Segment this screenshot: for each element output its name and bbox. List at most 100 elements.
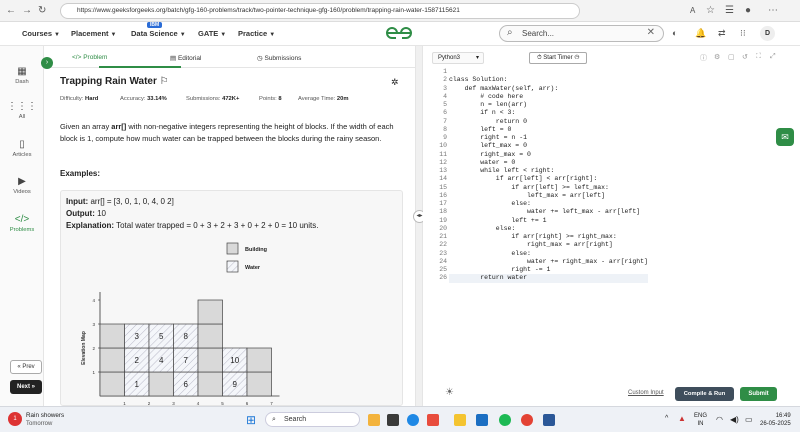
bookmark-icon[interactable]: ⚐ [160, 76, 169, 87]
nav-gate[interactable]: GATE ▼ [198, 29, 226, 38]
taskbar-search[interactable]: ⌕ Search [265, 412, 360, 427]
submit-button[interactable]: Submit [740, 387, 777, 401]
line-number: 16 [439, 191, 447, 199]
code-line[interactable]: left += 1 [449, 217, 648, 225]
code-line[interactable]: right -= 1 [449, 266, 648, 274]
sidebar-item-videos[interactable]: ▶ Videos [0, 176, 44, 195]
search-input[interactable]: ⌕ Search... ✕ [499, 25, 664, 42]
copy-icon[interactable]: ▢ [728, 53, 735, 61]
collapse-sidebar-icon[interactable]: › [41, 57, 53, 69]
nav-practice[interactable]: Practice ▼ [238, 29, 275, 38]
language-indicator[interactable]: ENG IN [694, 412, 707, 428]
sidebar-item-all[interactable]: ⋮⋮⋮ All [0, 101, 44, 120]
nav-data-science[interactable]: Data Science ▼ [131, 29, 186, 38]
app-icon-6[interactable] [476, 414, 488, 426]
timer-icon: ⏱ [536, 55, 542, 61]
folder-icon[interactable] [454, 414, 466, 426]
code-line[interactable]: water += right_max - arr[right] [449, 258, 648, 266]
translate-icon[interactable]: ⇄ [718, 28, 726, 39]
back-icon[interactable]: ← [6, 5, 16, 17]
code-line[interactable]: right = n -1 [449, 134, 648, 142]
code-line[interactable] [449, 68, 648, 76]
spotify-icon[interactable] [499, 414, 511, 426]
tab-problem[interactable]: </> Problem [72, 54, 107, 61]
sidebar-item-dash[interactable]: ▦ Dash [0, 66, 44, 85]
sidebar-item-articles[interactable]: ▯ Articles [0, 139, 44, 158]
code-line[interactable]: if n < 3: [449, 109, 648, 117]
expand-icon[interactable]: ⤢ [770, 53, 776, 61]
code-line[interactable]: if arr[right] >= right_max: [449, 233, 648, 241]
app-icon-2[interactable] [387, 414, 399, 426]
code-line[interactable]: right_max = arr[right] [449, 241, 648, 249]
start-timer-button[interactable]: ⏱ Start Timer ◷ [529, 52, 587, 64]
code-line[interactable]: left = 0 [449, 126, 648, 134]
app-icon-4[interactable] [427, 414, 439, 426]
windows-start-icon[interactable]: ⊞ [246, 413, 256, 427]
chrome-icon[interactable] [521, 414, 533, 426]
reset-icon[interactable]: ↺ [742, 53, 748, 61]
reload-icon[interactable]: ↻ [38, 5, 46, 17]
next-button[interactable]: Next » [10, 380, 42, 394]
code-line[interactable]: return water [449, 274, 648, 283]
app-icon-1[interactable] [368, 414, 380, 426]
forward-icon[interactable]: → [22, 5, 32, 17]
theme-icon[interactable]: ◐ [672, 28, 677, 38]
code-line[interactable]: # code here [449, 93, 648, 101]
fullscreen-icon[interactable]: ⛶ [756, 53, 761, 61]
code-line[interactable]: return 0 [449, 118, 648, 126]
read-aloud-icon[interactable]: A [690, 5, 695, 17]
battery-icon[interactable]: ▭ [745, 415, 753, 424]
nav-courses[interactable]: Courses ▼ [22, 29, 60, 38]
weather-title[interactable]: Rain showers [26, 412, 64, 419]
favorite-icon[interactable]: ☆ [706, 5, 715, 17]
code-line[interactable]: else: [449, 200, 648, 208]
apps-icon[interactable]: ⁝⁝ [740, 28, 746, 39]
code-line[interactable]: water += left_max - arr[left] [449, 208, 648, 216]
code-line[interactable]: n = len(arr) [449, 101, 648, 109]
code-line[interactable]: water = 0 [449, 159, 648, 167]
code-line[interactable]: left_max = arr[left] [449, 192, 648, 200]
favorites-icon[interactable]: ☰ [725, 5, 734, 17]
clock[interactable]: 16:49 26-05-2025 [760, 412, 791, 428]
language-select[interactable]: Python3 ▾ [432, 52, 484, 64]
code-line[interactable]: left_max = 0 [449, 142, 648, 150]
tray-app-icon[interactable]: ▲ [678, 414, 686, 423]
word-icon[interactable] [543, 414, 555, 426]
line-number: 21 [439, 233, 447, 240]
info-icon[interactable]: ⓘ [700, 53, 707, 63]
code-line[interactable]: while left < right: [449, 167, 648, 175]
line-number: 15 [439, 183, 447, 191]
tab-submissions[interactable]: ◷ Submissions [257, 54, 301, 62]
avatar[interactable]: D [760, 26, 775, 41]
settings-icon[interactable]: ⚙ [714, 53, 720, 61]
pane-divider[interactable] [415, 46, 423, 406]
bug-report-icon[interactable]: ✲ [391, 77, 399, 88]
code-line[interactable]: if arr[left] < arr[right]: [449, 175, 648, 183]
bell-icon[interactable]: 🔔 [695, 28, 706, 39]
code-line[interactable]: else: [449, 225, 648, 233]
sidebar-item-problems[interactable]: </> Problems [0, 214, 44, 233]
lightbulb-icon[interactable]: ☀ [445, 387, 454, 398]
more-icon[interactable]: ⋯ [768, 5, 778, 17]
building-cell [148, 371, 174, 397]
custom-input-link[interactable]: Custom Input [628, 390, 664, 396]
code-line[interactable]: if arr[left] >= left_max: [449, 184, 648, 192]
code-editor[interactable]: class Solution: def maxWater(self, arr):… [449, 68, 648, 283]
compile-run-button[interactable]: Compile & Run [675, 387, 734, 401]
volume-icon[interactable]: ◀) [730, 415, 739, 424]
prev-button[interactable]: « Prev [10, 360, 42, 374]
chat-icon[interactable]: ✉ [776, 128, 794, 146]
wifi-icon[interactable]: ◠ [716, 415, 723, 424]
tray-chevron-icon[interactable]: ^ [665, 415, 668, 422]
address-bar[interactable]: https://www.geeksforgeeks.org/batch/gfg-… [60, 3, 580, 19]
edge-icon[interactable] [407, 414, 419, 426]
code-line[interactable]: else: [449, 250, 648, 258]
code-line[interactable]: right_max = 0 [449, 151, 648, 159]
gfg-logo[interactable] [383, 26, 415, 43]
profile-icon[interactable]: ● [745, 5, 751, 17]
clear-search-icon[interactable]: ✕ [647, 27, 655, 38]
tab-editorial[interactable]: ▤ Editorial [170, 54, 201, 62]
code-line[interactable]: class Solution: [449, 76, 648, 84]
nav-placement[interactable]: Placement ▼ [71, 29, 116, 38]
code-line[interactable]: def maxWater(self, arr): [449, 85, 648, 93]
